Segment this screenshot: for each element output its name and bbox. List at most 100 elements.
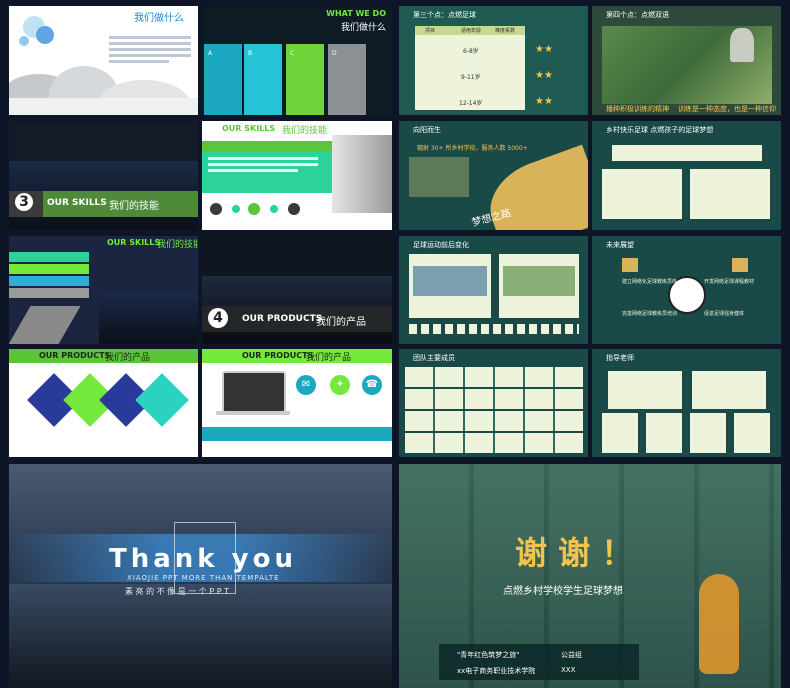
mail-icon: ✉	[296, 375, 316, 395]
info-line: "青年红色筑梦之旅"	[457, 651, 520, 659]
arrow-band	[9, 288, 89, 298]
caption: 播种积极训练的精神	[606, 105, 669, 113]
slide-thumbnail-12[interactable]: 未来展望 建立网络化足球教练员库 开发网络足球课程教材 完善网络足球教练员培训 …	[592, 236, 781, 344]
slide-thumbnail-1[interactable]: 我们做什么	[9, 6, 198, 115]
slide-title-cn: 我们的产品	[306, 353, 352, 363]
card	[602, 413, 638, 453]
slide-title-cn: 我们的技能	[157, 240, 198, 250]
diamond-card	[135, 373, 189, 427]
slide-title-en: OUR PRODUCTS	[39, 351, 111, 360]
football-icon: ★★	[535, 96, 553, 107]
slide-thumbnail-2[interactable]: WHAT WE DO 我们做什么 A B C D	[202, 6, 392, 115]
section-title-en: OUR PRODUCTS	[242, 314, 323, 324]
slide-thumbnail-10[interactable]: 4 OUR PRODUCTS 我们的产品	[202, 236, 392, 344]
slide-title: 未来展望	[606, 241, 634, 249]
slide-thumbnail-6[interactable]: OUR SKILLS 我们的技能	[202, 121, 392, 230]
info-line: XXX	[561, 666, 576, 674]
slide-title: 指导老师	[606, 354, 634, 362]
slide-title: 团队主要成员	[413, 354, 455, 362]
bubble-decoration	[19, 36, 29, 46]
slide-subtitle: 辐射 30+ 所乡村学校，服务人数 5000+	[417, 145, 528, 152]
bubble-decoration	[36, 26, 54, 44]
slide-title-cn: 我们的技能	[282, 126, 328, 136]
football-icon: ★★	[535, 70, 553, 81]
slide-title: 足球运动前后变化	[413, 241, 469, 249]
slide-title: 向阳而生	[413, 126, 441, 134]
slide-thumbnail-11[interactable]: 足球运动前后变化	[399, 236, 588, 344]
card	[692, 371, 766, 409]
table-header-cell: 适用年龄	[461, 28, 482, 34]
card	[646, 413, 682, 453]
table-cell: 9-11岁	[461, 74, 481, 81]
slide-thumbnail-9[interactable]: OUR SKILLS 我们的技能	[9, 236, 198, 344]
footer-band	[202, 427, 392, 441]
banner	[202, 141, 342, 151]
slide-thumbnail-17[interactable]: Thank you XIAOJIE PPT MORE THAN TEMPALTE…	[9, 464, 392, 688]
info-line: 公益组	[561, 651, 582, 659]
section-number: 4	[208, 308, 228, 328]
tab-label: D	[332, 50, 337, 57]
slide-thumbnail-18[interactable]: 谢 谢 ！ 点燃乡村学校学生足球梦想 "青年红色筑梦之旅" 公益组 xx电子商务…	[399, 464, 781, 688]
arrow-band	[9, 264, 89, 274]
badge	[732, 258, 748, 272]
tab-label: B	[248, 50, 253, 57]
section-title-en: OUR SKILLS	[47, 198, 107, 208]
slide-thumbnail-5[interactable]: 3 OUR SKILLS 我们的技能	[9, 121, 198, 230]
card	[690, 413, 726, 453]
tunnel-graphic	[332, 135, 392, 213]
info-line: xx电子商务职业技术学院	[457, 667, 536, 675]
laptop-icon	[222, 371, 286, 413]
table-cell: 6-8岁	[463, 48, 479, 55]
slide-title-cn: 我们做什么	[340, 23, 386, 33]
table-cell: 12-14岁	[459, 100, 483, 107]
slide-thumbnail-8[interactable]: 乡村快乐足球 点燃孩子的足球梦想	[592, 121, 781, 230]
cloud-decoration	[9, 98, 198, 115]
section-title-cn: 我们的产品	[316, 317, 366, 328]
member-grid-overlay	[405, 367, 583, 453]
card	[734, 413, 770, 453]
card	[608, 371, 682, 409]
slide-thumbnail-13[interactable]: OUR PRODUCTS 我们的产品	[9, 349, 198, 457]
slide-title-en: OUR SKILLS	[107, 238, 161, 247]
slide-thumbnail-3[interactable]: 第三个点：点燃足球 项目 适用年龄 难度系数 6-8岁 9-11岁 12-14岁…	[399, 6, 588, 115]
list-item: 完善网络足球教练员培训	[622, 311, 678, 317]
thanks-title: 谢 谢 ！	[515, 534, 634, 572]
laptop-base	[216, 411, 290, 415]
table-header-cell: 难度系数	[495, 28, 516, 34]
slide-title-en: WHAT WE DO	[326, 9, 386, 18]
thank-you-sub-cn: 素 亮 的 不 像 是 一 个 P P T	[125, 587, 229, 596]
bullet-dot	[288, 203, 300, 215]
section-title-cn: 我们的技能	[109, 201, 159, 212]
slide-title: 乡村快乐足球 点燃孩子的足球梦想	[606, 126, 714, 134]
slide-thumbnail-15[interactable]: 团队主要成员	[399, 349, 588, 457]
slide-title-en: OUR PRODUCTS	[242, 351, 314, 360]
caption: 训练是一种态度，也是一种信仰	[678, 105, 776, 113]
list-item: 开发网络足球课程教材	[704, 279, 755, 285]
slide-thumbnail-4[interactable]: 第四个点：点燃双语 播种积极训练的精神 训练是一种态度，也是一种信仰	[592, 6, 781, 115]
list-item: 建立网络化足球教练员库	[622, 279, 678, 285]
bullet-dot	[270, 205, 278, 213]
bullet-dot	[248, 203, 260, 215]
section-number: 3	[15, 193, 33, 211]
photo	[413, 266, 487, 296]
bullet-dot	[210, 203, 222, 215]
stripe-graphic	[9, 306, 81, 344]
tab-label: C	[290, 50, 295, 57]
football-player-figure	[699, 574, 739, 674]
tab-label: A	[208, 50, 213, 57]
slide-thumbnail-16[interactable]: 指导老师	[592, 349, 781, 457]
thank-you-title: Thank you	[109, 544, 297, 574]
slide-title: 我们做什么	[134, 13, 184, 24]
slide-title: 第四个点：点燃双语	[606, 11, 669, 19]
card	[690, 169, 770, 219]
slide-thumbnail-7[interactable]: 向阳而生 辐射 30+ 所乡村学校，服务人数 5000+ 梦想之路	[399, 121, 588, 230]
arrow-band	[9, 276, 89, 286]
table-header-cell: 项目	[425, 28, 436, 34]
photo	[409, 157, 469, 197]
arrow-band	[9, 252, 89, 262]
badge	[622, 258, 638, 272]
trophy-icon	[730, 28, 754, 62]
city-skyline	[9, 584, 392, 688]
photo	[503, 266, 575, 296]
slide-thumbnail-14[interactable]: OUR PRODUCTS 我们的产品 ✉ ✦ ☎	[202, 349, 392, 457]
